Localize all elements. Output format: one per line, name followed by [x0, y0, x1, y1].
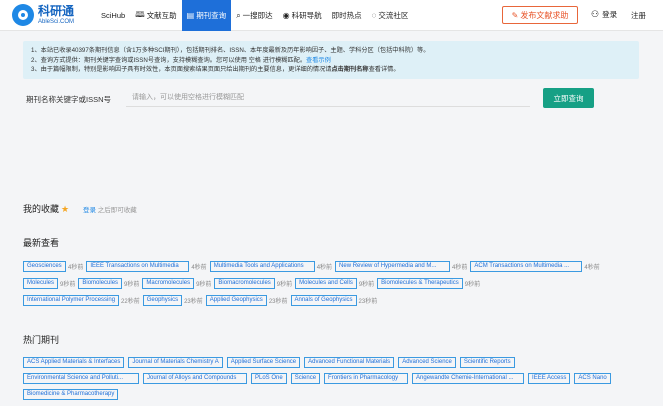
nav-scihub[interactable]: SciHub — [96, 0, 130, 31]
hot-journal-tag[interactable]: Journal of Alloys and Compounds — [143, 373, 247, 384]
info-notice: 1、本站已收录40397条期刊信息（含1万多种SCI期刊），包括期刊排名、ISS… — [23, 41, 639, 79]
search-input[interactable]: 请输入，可以使用空格进行模糊匹配 — [126, 88, 530, 107]
recent-journal-tag[interactable]: Annals of Geophysics — [290, 295, 357, 306]
view-time: 23秒前 — [358, 299, 378, 305]
logo-name: 科研通 — [38, 4, 75, 18]
recent-journal-tag[interactable]: Geosciences — [23, 261, 66, 272]
recent-journal-tag[interactable]: Biomolecules & Therapeutics — [377, 278, 463, 289]
top-header: 科研通 AbleSci.COM SciHub 🕮 文献互助 ▤ 期刊查询 ⌕ 一搜即达… — [0, 0, 663, 31]
hot-journal-tag[interactable]: Frontiers in Pharmacology — [324, 373, 409, 384]
hot-journal-tag[interactable]: Science — [290, 373, 321, 384]
recent-journal-tag[interactable]: ACM Transactions on Multimedia ... — [470, 261, 583, 272]
nav-research-guide[interactable]: ◉ 科研导航 — [278, 0, 327, 31]
hot-journal-tag[interactable]: Angewandte Chemie-International ... — [412, 373, 525, 384]
info-line-3: 3、由于篇幅限制，特别是影响因子具有时效性，本页面搜索结果页面只给出期刊的主要信… — [31, 66, 400, 73]
recent-journal-tag[interactable]: International Polymer Processing — [23, 295, 120, 306]
view-time: 9秒前 — [196, 282, 212, 288]
recent-row: International Polymer Processing 22秒前 Geo… — [23, 295, 380, 306]
view-time: 9秒前 — [60, 282, 76, 288]
view-time: 23秒前 — [268, 299, 288, 305]
hot-journal-tag[interactable]: Journal of Materials Chemistry A — [128, 357, 223, 368]
example-link[interactable]: 查看示例 — [306, 57, 331, 64]
hot-row: Environmental Science and Polluti... Jou… — [23, 373, 615, 384]
recent-title: 最新查看 — [23, 238, 60, 248]
book-icon: 🕮 — [135, 9, 145, 19]
search-label: 期刊名称关键字或ISSN号 — [26, 95, 112, 104]
recent-journal-tag[interactable]: Geophysics — [142, 295, 183, 306]
search-button[interactable]: 立即查询 — [543, 88, 594, 108]
hot-journal-tag[interactable]: Biomedicine & Pharmacotherapy — [23, 389, 119, 400]
star-icon: ★ — [61, 204, 70, 214]
site-logo[interactable]: 科研通 AbleSci.COM — [12, 4, 74, 26]
view-time: 9秒前 — [358, 282, 375, 288]
user-icon: ⚇ — [591, 9, 600, 19]
recent-journal-tag[interactable]: New Review of Hypermedia and M... — [335, 261, 451, 272]
info-line-2: 2、查询方式提供：期刊关键字查询或ISSN号查询，支持模糊查询。您可以使用 空格… — [31, 56, 331, 64]
hot-journal-tag[interactable]: Advanced Science — [398, 357, 456, 368]
publish-request-button[interactable]: ✎ 发布文献求助 — [502, 6, 578, 24]
recent-journal-tag[interactable]: Biomacromolecules — [214, 278, 275, 289]
view-time: 22秒前 — [121, 299, 140, 305]
recent-journal-tag[interactable]: Macromolecules — [142, 278, 195, 289]
recent-journal-tag[interactable]: IEEE Transactions on Multimedia — [86, 261, 190, 272]
hot-row: Biomedicine & Pharmacotherapy — [23, 389, 122, 400]
chat-icon: ◌ — [371, 11, 377, 20]
main-nav: SciHub 🕮 文献互助 ▤ 期刊查询 ⌕ 一搜即达 ◉ 科研导航 即时热点 ◌ 交流社… — [96, 0, 413, 31]
nav-hot-topics[interactable]: 即时热点 — [327, 0, 367, 31]
search-icon: ⌕ — [236, 10, 241, 20]
favorites-login-link[interactable]: 登录 — [83, 207, 96, 214]
register-link[interactable]: 注册 — [631, 10, 646, 21]
view-time: 4秒前 — [584, 265, 600, 271]
nav-community[interactable]: ◌ 交流社区 — [367, 0, 414, 31]
nav-journal-query[interactable]: ▤ 期刊查询 — [181, 0, 232, 31]
login-link[interactable]: ⚇ 登录 — [591, 9, 617, 20]
info-line-1: 1、本站已收录40397条期刊信息（含1万多种SCI期刊），包括期刊排名、ISS… — [31, 47, 430, 54]
hot-row: ACS Applied Materials & Interfaces Journ… — [23, 357, 519, 368]
view-time: 9秒前 — [276, 282, 293, 288]
hot-journal-tag[interactable]: ACS Nano — [574, 373, 611, 384]
recent-journal-tag[interactable]: Biomolecules — [78, 278, 123, 289]
view-time: 4秒前 — [68, 265, 84, 271]
view-time: 4秒前 — [191, 265, 207, 271]
journal-icon: ▤ — [186, 11, 195, 20]
nav-quick-search[interactable]: ⌕ 一搜即达 — [231, 0, 277, 31]
recent-journal-tag[interactable]: Multimedia Tools and Applications — [209, 261, 315, 272]
hot-journal-tag[interactable]: Scientific Reports — [459, 357, 515, 368]
view-time: 9秒前 — [464, 282, 481, 288]
logo-icon — [12, 4, 34, 26]
recent-journal-tag[interactable]: Molecules and Cells — [295, 278, 357, 289]
recent-row: Geosciences 4秒前 IEEE Transactions on Mult… — [23, 261, 603, 272]
logo-domain: AbleSci.COM — [38, 19, 75, 25]
view-time: 4秒前 — [452, 265, 468, 271]
hot-journal-tag[interactable]: Applied Surface Science — [226, 357, 301, 368]
hot-journal-tag[interactable]: Advanced Functional Materials — [304, 357, 395, 368]
hot-journal-tag[interactable]: Environmental Science and Polluti... — [23, 373, 139, 384]
nav-literature-help[interactable]: 🕮 文献互助 — [130, 0, 181, 31]
favorites-hint: 登录 之后即可收藏 — [83, 207, 137, 214]
hot-journal-tag[interactable]: IEEE Access — [528, 373, 571, 384]
recent-journal-tag[interactable]: Molecules — [23, 278, 59, 289]
favorites-title: 我的收藏 ★ — [23, 204, 70, 214]
view-time: 9秒前 — [124, 282, 140, 288]
hot-journal-tag[interactable]: ACS Applied Materials & Interfaces — [23, 357, 125, 368]
compass-icon: ◉ — [282, 11, 290, 20]
recent-row: Molecules 9秒前 Biomolecules 9秒前 Macromolecu… — [23, 278, 483, 289]
edit-icon: ✎ — [511, 10, 519, 20]
recent-journal-tag[interactable]: Applied Geophysics — [205, 295, 267, 306]
view-time: 23秒前 — [184, 299, 203, 305]
hot-journal-tag[interactable]: PLoS One — [251, 373, 287, 384]
view-time: 4秒前 — [316, 265, 333, 271]
hot-title: 热门期刊 — [23, 335, 60, 345]
